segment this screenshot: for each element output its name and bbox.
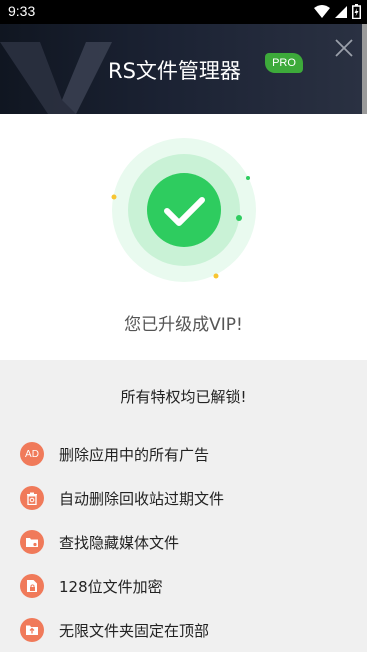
close-icon bbox=[335, 39, 353, 57]
feature-item-pin-folders: 无限文件夹固定在顶部 bbox=[20, 617, 209, 643]
success-card: 您已升级成VIP! bbox=[0, 114, 367, 360]
status-time: 9:33 bbox=[8, 3, 36, 19]
status-bar: 9:33 bbox=[0, 0, 367, 24]
feature-label: 删除应用中的所有广告 bbox=[59, 445, 210, 464]
feature-label: 128位文件加密 bbox=[59, 577, 163, 596]
pro-badge: PRO bbox=[265, 53, 303, 73]
battery-icon bbox=[352, 4, 361, 23]
wifi-icon bbox=[314, 4, 330, 23]
feature-label: 自动删除回收站过期文件 bbox=[59, 489, 225, 508]
check-icon bbox=[111, 138, 256, 282]
header-banner: RS文件管理器 PRO bbox=[0, 24, 362, 114]
signal-icon bbox=[334, 4, 348, 23]
hidden-media-icon bbox=[20, 530, 44, 554]
pin-folder-icon bbox=[20, 618, 44, 642]
features-title: 所有特权均已解锁! bbox=[120, 388, 247, 406]
features-panel: 所有特权均已解锁! AD 删除应用中的所有广告 自动删除回收站过期文件 查找隐藏… bbox=[0, 360, 367, 652]
lock-file-icon bbox=[20, 574, 44, 598]
recycle-bin-icon bbox=[20, 486, 44, 510]
upgraded-message: 您已升级成VIP! bbox=[124, 315, 243, 335]
scrollbar[interactable] bbox=[362, 24, 367, 114]
feature-item-remove-ads: AD 删除应用中的所有广告 bbox=[20, 441, 209, 467]
feature-item-auto-delete-recycle: 自动删除回收站过期文件 bbox=[20, 485, 224, 511]
status-icons bbox=[314, 4, 361, 23]
close-button[interactable] bbox=[331, 35, 357, 61]
app-title: RS文件管理器 bbox=[108, 59, 241, 83]
ad-icon: AD bbox=[20, 442, 44, 466]
feature-label: 无限文件夹固定在顶部 bbox=[59, 621, 210, 640]
feature-label: 查找隐藏媒体文件 bbox=[59, 533, 180, 552]
feature-item-encryption: 128位文件加密 bbox=[20, 573, 163, 599]
feature-item-hidden-media: 查找隐藏媒体文件 bbox=[20, 529, 179, 555]
